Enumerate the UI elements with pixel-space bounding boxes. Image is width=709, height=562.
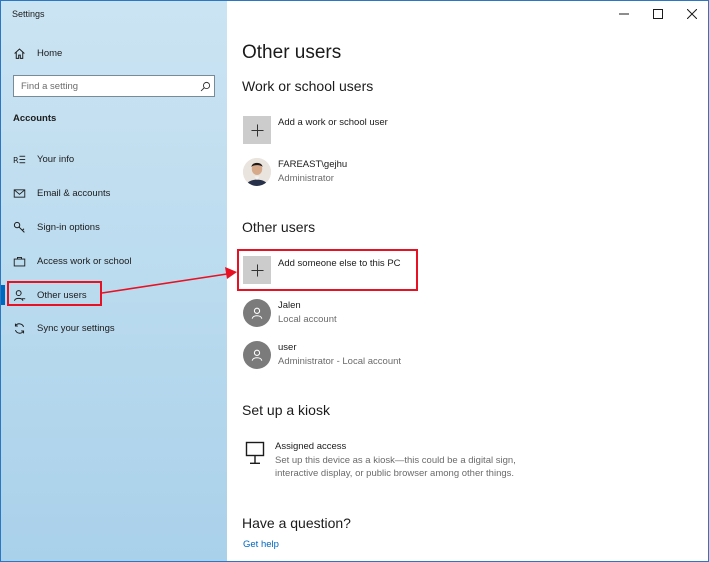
assigned-access-link[interactable]: Assigned access bbox=[275, 441, 346, 452]
sidebar-item-label: Access work or school bbox=[37, 255, 132, 267]
other-users-heading: Other users bbox=[242, 219, 316, 235]
maximize-button[interactable] bbox=[641, 1, 675, 27]
kiosk-icon bbox=[245, 441, 265, 464]
minimize-icon bbox=[619, 13, 629, 15]
home-label: Home bbox=[37, 47, 63, 59]
window-controls bbox=[607, 1, 709, 27]
main-content: Other users Work or school users Add a w… bbox=[227, 1, 709, 561]
settings-window: Settings Home Find a setting Accounts R … bbox=[0, 0, 709, 562]
key-icon bbox=[1, 221, 37, 234]
your-info-icon: R bbox=[1, 153, 37, 166]
add-work-school-user-label[interactable]: Add a work or school user bbox=[278, 117, 388, 128]
sidebar-item-sync-settings[interactable]: Sync your settings bbox=[1, 315, 227, 341]
question-heading: Have a question? bbox=[242, 515, 351, 531]
search-input[interactable]: Find a setting bbox=[13, 75, 215, 97]
add-work-school-user-button[interactable] bbox=[243, 116, 271, 144]
kiosk-description-line1: Set up this device as a kiosk—this could… bbox=[275, 455, 516, 466]
plus-icon bbox=[250, 123, 264, 137]
page-title: Other users bbox=[242, 42, 342, 63]
sidebar: Settings Home Find a setting Accounts R … bbox=[1, 1, 227, 561]
user-role: Local account bbox=[278, 314, 337, 325]
maximize-icon bbox=[653, 9, 663, 19]
kiosk-description-line2: interactive display, or public browser a… bbox=[275, 468, 515, 479]
avatar[interactable] bbox=[243, 299, 271, 327]
close-icon bbox=[687, 9, 697, 19]
sidebar-item-sign-in-options[interactable]: Sign-in options bbox=[1, 214, 227, 240]
avatar[interactable] bbox=[243, 341, 271, 369]
sidebar-item-your-info[interactable]: R Your info bbox=[1, 146, 227, 172]
sidebar-item-label: Email & accounts bbox=[37, 187, 111, 199]
work-school-heading: Work or school users bbox=[242, 78, 374, 94]
get-help-link[interactable]: Get help bbox=[243, 539, 279, 550]
user-photo-avatar[interactable] bbox=[243, 158, 271, 186]
sidebar-item-home[interactable]: Home bbox=[1, 40, 227, 66]
sidebar-item-label: Sync your settings bbox=[37, 322, 115, 334]
close-button[interactable] bbox=[675, 1, 709, 27]
minimize-button[interactable] bbox=[607, 1, 641, 27]
search-placeholder: Find a setting bbox=[21, 80, 79, 92]
svg-text:R: R bbox=[13, 154, 19, 164]
person-icon bbox=[251, 307, 263, 319]
search-icon[interactable] bbox=[196, 81, 214, 92]
sync-icon bbox=[1, 322, 37, 335]
user-role: Administrator bbox=[278, 173, 334, 184]
sidebar-item-access-work-or-school[interactable]: Access work or school bbox=[1, 248, 227, 274]
user-name[interactable]: Jalen bbox=[278, 300, 301, 311]
briefcase-icon bbox=[1, 255, 37, 268]
sidebar-item-email-accounts[interactable]: Email & accounts bbox=[1, 180, 227, 206]
user-name[interactable]: user bbox=[278, 342, 296, 353]
highlight-box-other-users bbox=[7, 281, 102, 306]
sidebar-item-label: Sign-in options bbox=[37, 221, 100, 233]
user-name[interactable]: FAREAST\gejhu bbox=[278, 159, 347, 170]
email-icon bbox=[1, 187, 37, 200]
person-icon bbox=[251, 349, 263, 361]
home-icon bbox=[1, 47, 37, 60]
sidebar-section-accounts: Accounts bbox=[13, 113, 57, 124]
kiosk-heading: Set up a kiosk bbox=[242, 402, 330, 418]
user-role: Administrator - Local account bbox=[278, 356, 402, 367]
highlight-box-add-someone bbox=[237, 249, 418, 291]
window-title: Settings bbox=[12, 9, 45, 19]
sidebar-item-label: Your info bbox=[37, 153, 75, 165]
